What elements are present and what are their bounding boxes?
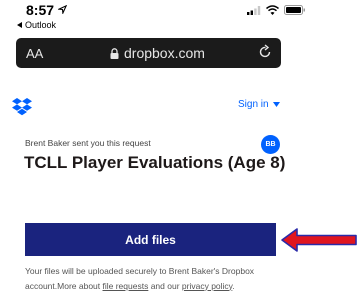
status-bar: 8:57 Outlook	[0, 0, 361, 36]
info-text-2: and our	[148, 280, 182, 291]
text-size-button[interactable]: AA	[26, 46, 43, 61]
upload-info: Your files will be uploaded securely to …	[25, 264, 300, 293]
back-triangle-icon	[17, 22, 22, 28]
annotation-arrow-icon	[281, 228, 357, 252]
signal-icon	[247, 5, 261, 15]
address-bar[interactable]: AA dropbox.com	[16, 38, 281, 68]
url-display[interactable]: dropbox.com	[110, 45, 205, 61]
dropbox-logo-icon[interactable]	[12, 98, 32, 121]
sign-in-label: Sign in	[238, 99, 269, 110]
request-title: TCLL Player Evaluations (Age 8)	[24, 153, 286, 172]
add-files-button[interactable]: Add files	[25, 223, 276, 256]
status-time: 8:57	[26, 2, 68, 18]
sender-text: Brent Baker sent you this request	[25, 138, 151, 148]
avatar: BB	[261, 135, 280, 154]
clock-time: 8:57	[26, 2, 55, 18]
back-to-app-button[interactable]: Outlook	[17, 20, 56, 30]
browser-bar: AA dropbox.com	[0, 36, 361, 74]
location-arrow-icon	[56, 4, 68, 16]
url-text: dropbox.com	[124, 45, 205, 61]
lock-icon	[110, 47, 119, 59]
caret-down-icon	[272, 102, 280, 107]
battery-icon	[284, 5, 305, 15]
file-requests-link[interactable]: file requests	[103, 281, 149, 291]
reload-icon	[259, 44, 271, 58]
info-text-3: .	[232, 280, 235, 291]
sign-in-button[interactable]: Sign in	[238, 99, 280, 110]
reload-button[interactable]	[259, 44, 272, 64]
privacy-policy-link[interactable]: privacy policy	[182, 281, 232, 291]
wifi-icon	[266, 5, 279, 15]
system-icons	[247, 5, 306, 15]
back-app-label: Outlook	[25, 20, 57, 30]
